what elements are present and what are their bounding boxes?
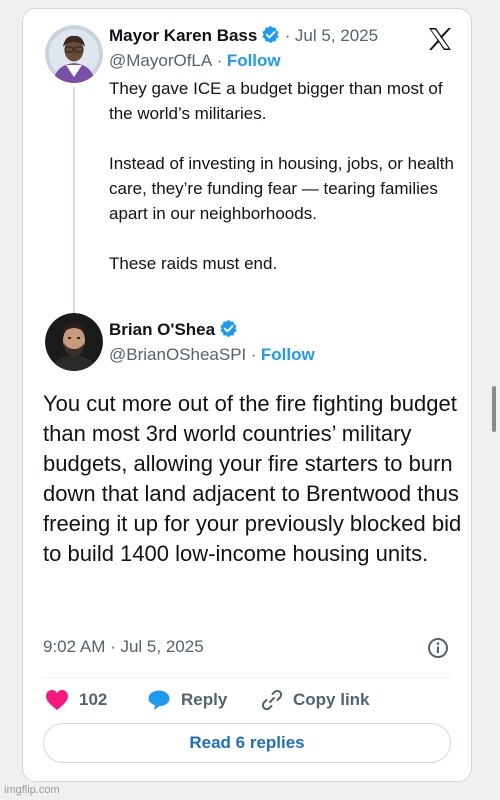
follow-button[interactable]: Follow <box>227 51 281 70</box>
author-name[interactable]: Brian O'Shea <box>109 320 215 339</box>
verified-badge-icon <box>262 25 279 44</box>
tweet-embed-card: Mayor Karen Bass · Jul 5, 2025 @MayorOfL… <box>22 8 472 782</box>
thread-connector-line <box>73 87 75 313</box>
info-icon[interactable] <box>427 637 449 659</box>
reply-tweet-header: Brian O'Shea <box>109 319 238 340</box>
original-tweet-header: Mayor Karen Bass · Jul 5, 2025 <box>109 25 378 46</box>
read-replies-label: Read 6 replies <box>189 733 305 752</box>
author-name[interactable]: Mayor Karen Bass <box>109 26 257 45</box>
avatar-brian[interactable] <box>45 313 103 371</box>
heart-icon <box>46 690 68 710</box>
tweet-date[interactable]: Jul 5, 2025 <box>295 26 378 45</box>
x-logo-icon[interactable] <box>427 27 453 51</box>
copy-link-button[interactable]: Copy link <box>261 689 370 711</box>
verified-badge-icon <box>220 319 237 338</box>
divider <box>43 677 451 678</box>
separator: · <box>250 345 257 364</box>
link-icon <box>261 689 283 711</box>
read-replies-button[interactable]: Read 6 replies <box>43 723 451 763</box>
copy-link-label: Copy link <box>293 690 370 709</box>
separator: · <box>216 51 223 70</box>
author-handle[interactable]: @MayorOfLA <box>109 51 212 70</box>
reply-button[interactable]: Reply <box>147 689 227 711</box>
original-tweet-text: They gave ICE a budget bigger than most … <box>109 79 454 273</box>
like-count: 102 <box>79 690 108 709</box>
follow-button[interactable]: Follow <box>261 345 315 364</box>
scrollbar-thumb[interactable] <box>492 386 496 432</box>
reply-tweet-text: You cut more out of the fire fighting bu… <box>43 391 462 566</box>
watermark: imgflip.com <box>4 784 60 796</box>
author-handle[interactable]: @BrianOSheaSPI <box>109 345 246 364</box>
speech-bubble-icon <box>148 690 170 710</box>
reply-tweet-subheader: @BrianOSheaSPI · Follow <box>109 345 315 365</box>
tweet-timestamp[interactable]: 9:02 AM · Jul 5, 2025 <box>43 637 204 657</box>
original-tweet-subheader: @MayorOfLA · Follow <box>109 51 281 71</box>
like-button[interactable]: 102 <box>45 689 107 711</box>
separator: · <box>284 26 291 45</box>
avatar-mayor[interactable] <box>45 25 103 83</box>
reply-label: Reply <box>181 690 228 709</box>
